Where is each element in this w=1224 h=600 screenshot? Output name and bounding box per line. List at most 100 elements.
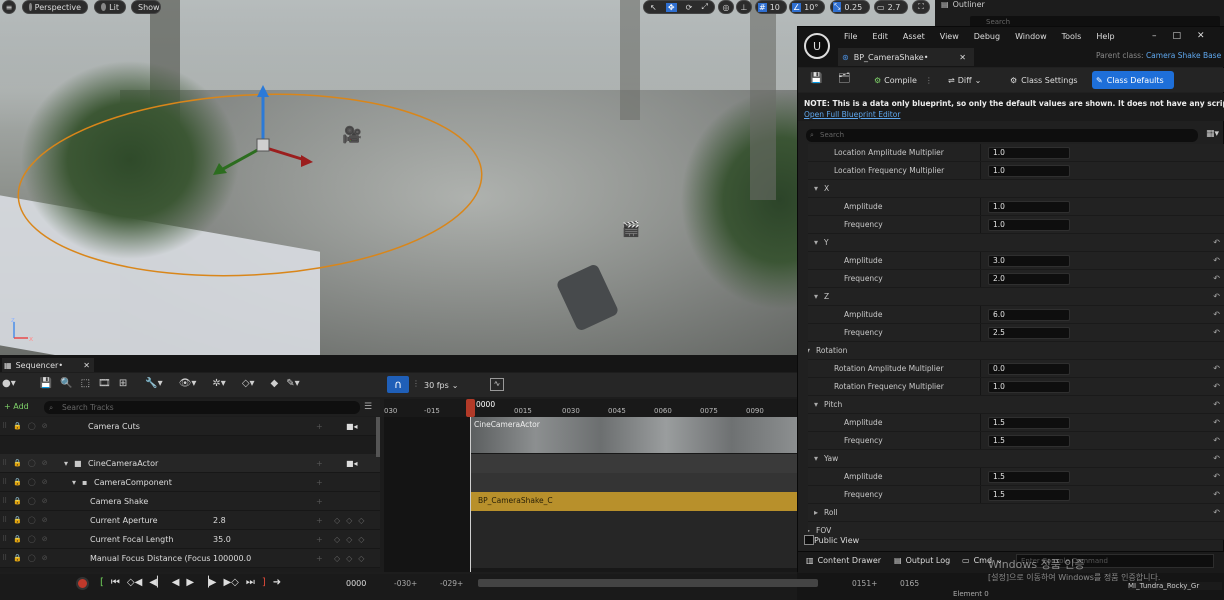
menu-item-edit[interactable]: Edit xyxy=(872,32,888,41)
details-value-field[interactable]: 1.0 xyxy=(988,164,1070,177)
menu-item-help[interactable]: Help xyxy=(1096,32,1114,41)
details-row[interactable]: Frequency 2.5 ↶ xyxy=(808,324,1224,342)
add-key-icon[interactable]: + xyxy=(316,478,323,487)
save-icon[interactable]: 💾 xyxy=(40,378,52,389)
playback-start-field[interactable]: -029+ xyxy=(440,579,463,588)
details-row[interactable]: Frequency 1.5 ↶ xyxy=(808,432,1224,450)
sequencer-tab[interactable]: ▦ Sequencer• ✕ xyxy=(2,358,94,372)
close-window-icon[interactable]: ✕ xyxy=(1197,31,1205,41)
camera-shake-section[interactable]: BP_CameraShake_C xyxy=(470,492,797,511)
browse-icon[interactable]: 🗂 xyxy=(838,73,851,84)
reset-to-default-icon[interactable]: ↶ xyxy=(1213,382,1220,391)
menu-item-asset[interactable]: Asset xyxy=(903,32,925,41)
reset-to-default-icon[interactable]: ↶ xyxy=(1213,238,1220,247)
tools-icon[interactable]: 🔧▾ xyxy=(145,378,162,389)
level-viewport[interactable]: 🎥 🎬 z x ≡ Perspective Lit Show ↖ ✥ ⟳ ⤢ ◎… xyxy=(0,0,935,355)
details-row[interactable]: ▾ Pitch ↶ xyxy=(808,396,1224,414)
details-row[interactable]: Location Frequency Multiplier 1.0 xyxy=(808,162,1224,180)
diff-button[interactable]: ⇌ Diff ⌄ xyxy=(948,72,981,88)
reset-to-default-icon[interactable]: ↶ xyxy=(1213,472,1220,481)
keyframe-nav-icons[interactable]: ◇◇◇ xyxy=(334,554,370,563)
details-row[interactable]: ▾ Yaw ↶ xyxy=(808,450,1224,468)
details-value-field[interactable]: 1.0 xyxy=(988,200,1070,213)
menu-item-debug[interactable]: Debug xyxy=(974,32,1000,41)
track-row-current-focal-length[interactable]: ⠿ 🔒 ◯ ⊘ Current Focal Length 35.0 + ◇◇◇ xyxy=(0,530,380,549)
open-full-editor-link[interactable]: Open Full Blueprint Editor xyxy=(804,110,900,119)
track-row-cinecameraactor[interactable]: ⠿ 🔒 ◯ ⊘ ▾ ■ CineCameraActor + ■◂ xyxy=(0,454,380,473)
details-value-field[interactable]: 2.0 xyxy=(988,272,1070,285)
collapse-arrow-icon[interactable]: ▾ xyxy=(814,184,818,193)
output-log-button[interactable]: ▤ Output Log xyxy=(894,556,950,565)
add-key-icon[interactable]: + xyxy=(316,422,323,431)
curve-editor-icon[interactable]: ∿ xyxy=(490,378,504,391)
details-row[interactable]: ▾ Z ↶ xyxy=(808,288,1224,306)
filter-list-icon[interactable]: ☰ xyxy=(364,402,372,412)
outliner-tab[interactable]: ▤ Outliner xyxy=(941,0,985,9)
expand-arrow-icon[interactable]: ▸ xyxy=(808,526,810,535)
surface-snap-button[interactable]: ⊥ xyxy=(736,0,752,14)
details-value-field[interactable]: 3.0 xyxy=(988,254,1070,267)
keyframe-icon[interactable]: ◆ xyxy=(271,378,279,389)
expand-arrow-icon[interactable]: ▸ xyxy=(814,508,818,517)
prev-key-icon[interactable]: ◇◀ xyxy=(127,577,142,588)
details-row[interactable]: ▾ Y ↶ xyxy=(808,234,1224,252)
key-icon[interactable]: ◇▾ xyxy=(242,378,255,389)
details-row[interactable]: Rotation Frequency Multiplier 1.0 ↶ xyxy=(808,378,1224,396)
reset-to-default-icon[interactable]: ↶ xyxy=(1213,454,1220,463)
more-icon[interactable]: ⋮ xyxy=(412,379,420,388)
record-button[interactable] xyxy=(76,577,89,590)
track-scrollbar[interactable] xyxy=(376,417,380,457)
select-icon[interactable]: ↖ xyxy=(650,3,657,12)
world-icon[interactable]: ●▾ xyxy=(2,378,16,389)
details-value-field[interactable]: 1.0 xyxy=(988,380,1070,393)
details-row[interactable]: Amplitude 1.5 ↶ xyxy=(808,414,1224,432)
maximize-viewport-button[interactable]: ⛶ xyxy=(912,0,930,14)
details-value-field[interactable]: 1.5 xyxy=(988,470,1070,483)
details-row[interactable]: Frequency 1.0 xyxy=(808,216,1224,234)
track-lock-icons[interactable]: ⠿ 🔒 ◯ ⊘ xyxy=(0,497,54,505)
track-lock-icons[interactable]: ⠿ 🔒 ◯ ⊘ xyxy=(0,554,54,562)
play-icon[interactable]: ▶ xyxy=(186,577,194,588)
transform-mode-group[interactable]: ↖ ✥ ⟳ ⤢ xyxy=(643,0,715,14)
scale-icon[interactable]: ⤢ xyxy=(701,2,707,12)
world-local-button[interactable]: ◎ xyxy=(718,0,734,14)
reverse-icon[interactable]: ◀ xyxy=(172,577,180,588)
next-key-icon[interactable]: ▶◇ xyxy=(223,577,238,588)
perspective-button[interactable]: Perspective xyxy=(22,0,88,14)
filter-icon[interactable]: ✲▾ xyxy=(212,378,225,389)
rotate-icon[interactable]: ⟳ xyxy=(686,3,693,12)
details-value-field[interactable]: 0.0 xyxy=(988,362,1070,375)
details-value-field[interactable]: 1.0 xyxy=(988,218,1070,231)
menu-item-tools[interactable]: Tools xyxy=(1062,32,1082,41)
collapse-arrow-icon[interactable]: ▾ xyxy=(814,292,818,301)
details-row[interactable]: Amplitude 1.5 ↶ xyxy=(808,468,1224,486)
class-defaults-button[interactable]: ✎ Class Defaults xyxy=(1092,71,1174,89)
actor-section[interactable] xyxy=(470,454,797,473)
details-value-field[interactable]: 1.0 xyxy=(988,146,1070,159)
camera-cuts-icon[interactable]: ⊞ xyxy=(119,378,127,389)
lit-button[interactable]: Lit xyxy=(94,0,126,14)
reset-to-default-icon[interactable]: ↶ xyxy=(1213,310,1220,319)
step-forward-icon[interactable]: ▕▶ xyxy=(201,577,216,588)
view-start-field[interactable]: -030+ xyxy=(394,579,417,588)
jump-start-icon[interactable]: ⏮ xyxy=(111,577,120,588)
track-value[interactable]: 35.0 xyxy=(213,535,231,544)
compile-button[interactable]: ⚙ Compile ⋮ xyxy=(874,72,933,88)
details-row[interactable]: Rotation Amplitude Multiplier 0.0 ↶ xyxy=(808,360,1224,378)
collapse-arrow-icon[interactable]: ▾ xyxy=(808,346,810,355)
menu-item-view[interactable]: View xyxy=(940,32,959,41)
details-row[interactable]: Amplitude 3.0 ↶ xyxy=(808,252,1224,270)
playhead-marker[interactable] xyxy=(466,399,475,417)
jump-end-icon[interactable]: ⏭ xyxy=(246,577,255,588)
add-key-icon[interactable]: + xyxy=(316,497,323,506)
camera-speed-button[interactable]: ▭ 2.7 xyxy=(874,0,908,14)
details-row[interactable]: Amplitude 6.0 ↶ xyxy=(808,306,1224,324)
details-row[interactable]: ▾ Rotation xyxy=(808,342,1224,360)
reset-to-default-icon[interactable]: ↶ xyxy=(1213,364,1220,373)
add-key-icon[interactable]: + xyxy=(316,516,323,525)
transform-gizmo[interactable] xyxy=(205,85,320,180)
track-lock-icons[interactable]: ⠿ 🔒 ◯ ⊘ xyxy=(0,535,54,543)
details-search-input[interactable]: ⌕ Search xyxy=(806,129,1198,142)
minimize-icon[interactable]: – xyxy=(1152,31,1157,41)
view-end-field[interactable]: 0165 xyxy=(900,579,919,588)
